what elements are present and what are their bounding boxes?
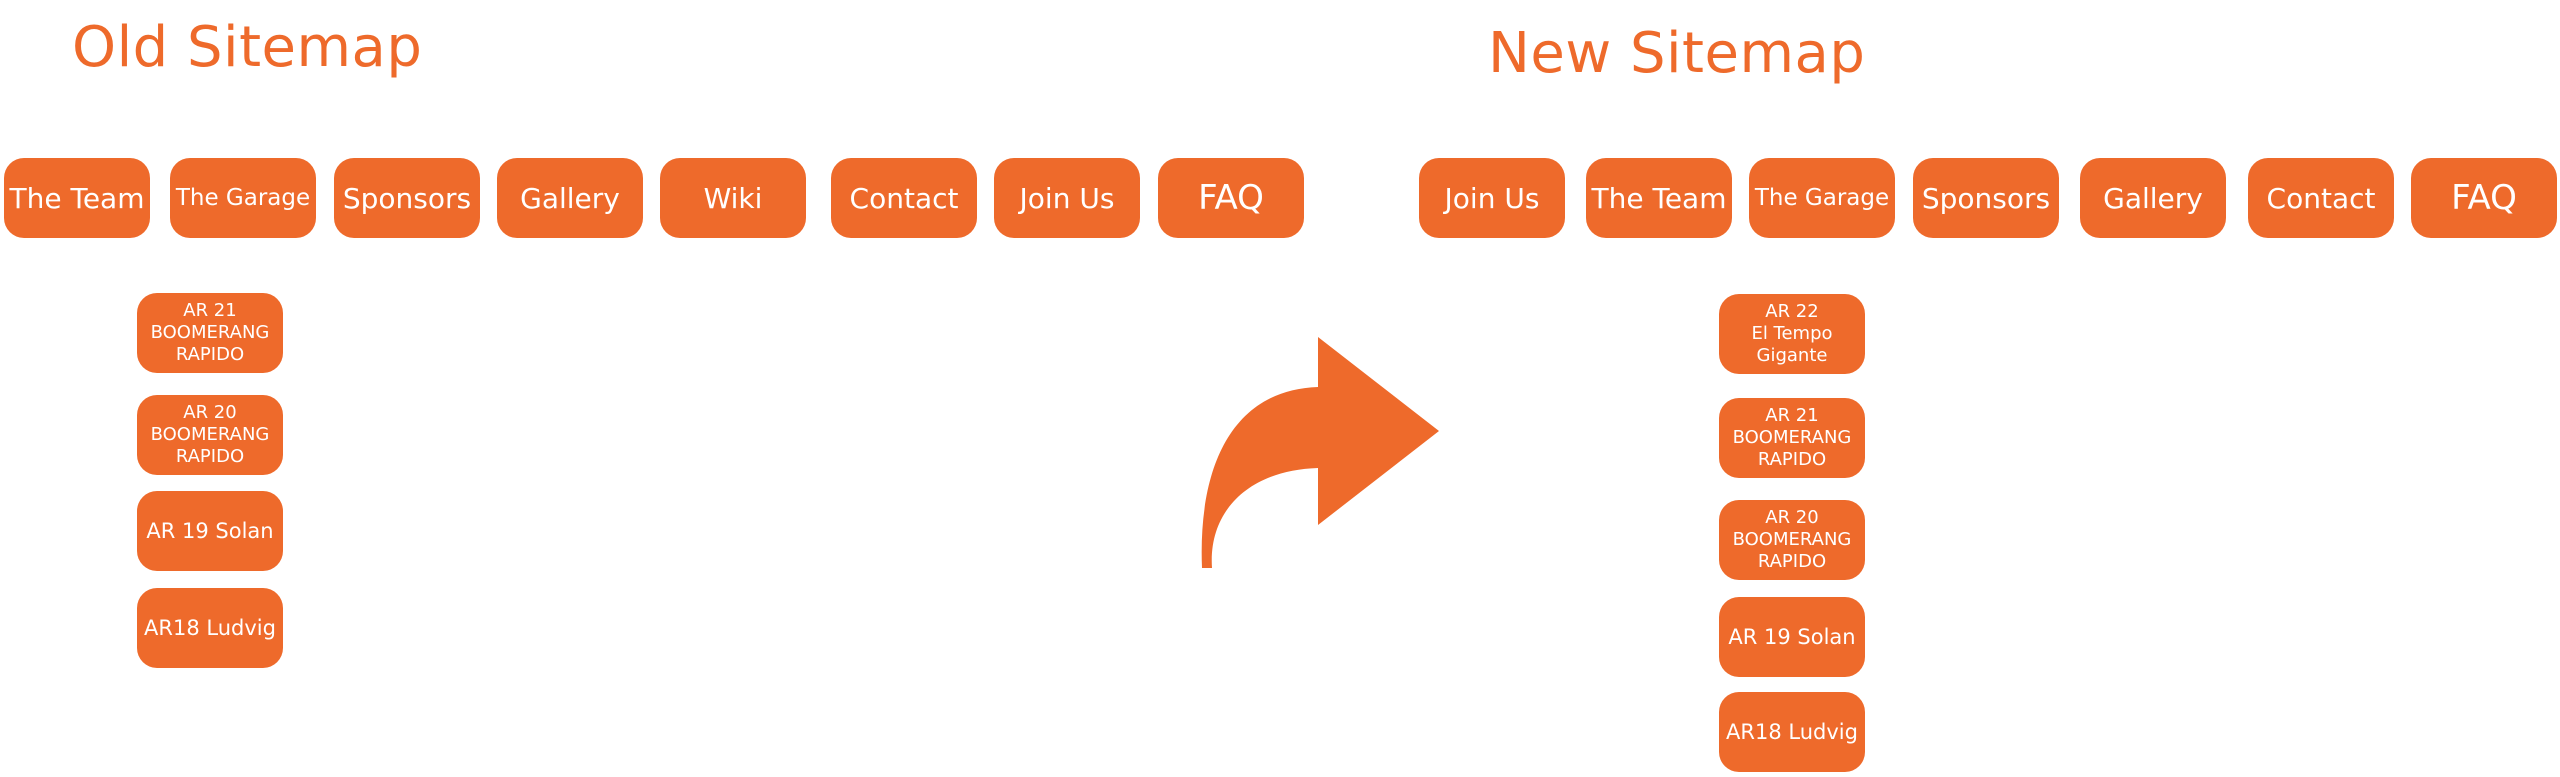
- new-sub-ar21-boomerang-rapido[interactable]: AR 21 BOOMERANG RAPIDO: [1719, 398, 1865, 478]
- new-nav-join-us[interactable]: Join Us: [1419, 158, 1565, 238]
- curved-arrow-right-icon: [1201, 337, 1439, 568]
- new-nav-sponsors[interactable]: Sponsors: [1913, 158, 2059, 238]
- arrow-shape: [1201, 337, 1439, 568]
- new-nav-gallery[interactable]: Gallery: [2080, 158, 2226, 238]
- new-sub-ar18-ludvig[interactable]: AR18 Ludvig: [1719, 692, 1865, 772]
- new-sub-ar22-el-tempo-gigante[interactable]: AR 22 El Tempo Gigante: [1719, 294, 1865, 374]
- new-sub-ar19-solan[interactable]: AR 19 Solan: [1719, 597, 1865, 677]
- new-nav-faq[interactable]: FAQ: [2411, 158, 2557, 238]
- new-nav-the-garage[interactable]: The Garage: [1749, 158, 1895, 238]
- new-nav-the-team[interactable]: The Team: [1586, 158, 1732, 238]
- new-sub-ar20-boomerang-rapido[interactable]: AR 20 BOOMERANG RAPIDO: [1719, 500, 1865, 580]
- new-nav-contact[interactable]: Contact: [2248, 158, 2394, 238]
